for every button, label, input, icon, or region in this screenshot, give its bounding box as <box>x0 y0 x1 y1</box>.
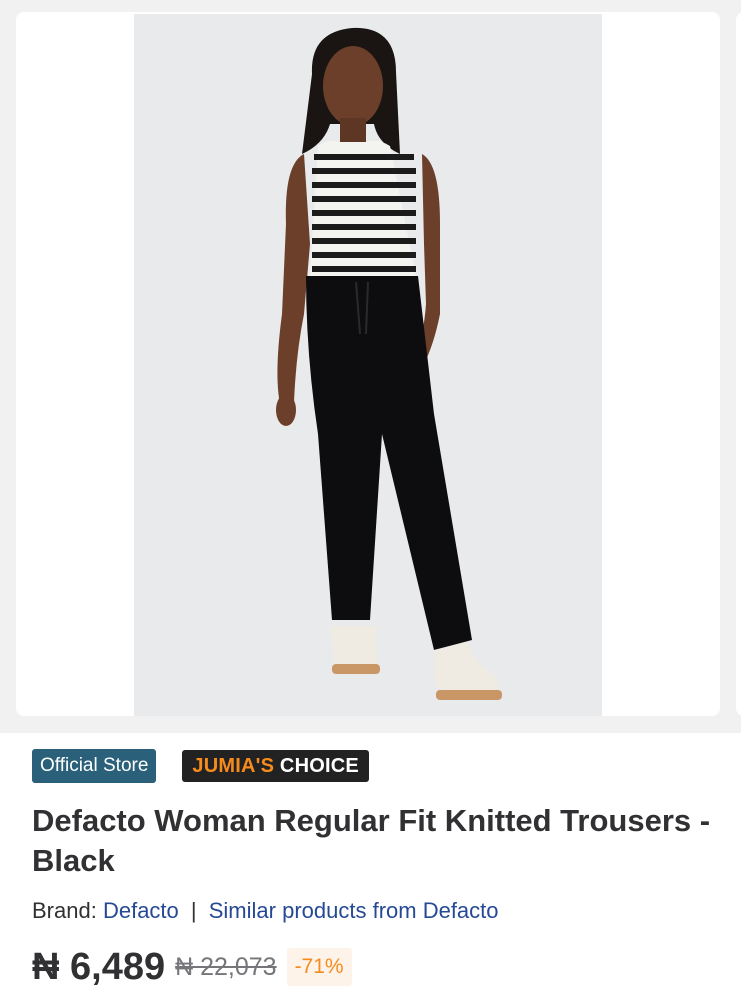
choice-badge-brand: JUMIA'S <box>192 755 275 777</box>
product-info: Official Store JUMIA'S CHOICE Defacto Wo… <box>0 733 741 1003</box>
discount-badge: -71% <box>286 948 352 986</box>
price-row: ₦ 6,489 ₦ 22,073 -71% <box>32 945 352 989</box>
brand-separator: | <box>190 898 197 923</box>
current-price: ₦ 6,489 <box>32 945 166 988</box>
product-image-slide[interactable] <box>16 12 720 716</box>
next-image-slide-peek[interactable] <box>736 12 741 716</box>
jumias-choice-badge: JUMIA'S CHOICE <box>182 750 369 782</box>
choice-badge-word: CHOICE <box>279 755 359 777</box>
official-store-badge[interactable]: Official Store <box>32 749 157 783</box>
brand-label: Brand: <box>32 898 97 923</box>
similar-products-link[interactable]: Similar products from Defacto <box>209 898 499 923</box>
product-photo[interactable] <box>134 14 602 716</box>
product-image-gallery[interactable] <box>0 0 741 733</box>
brand-link[interactable]: Defacto <box>103 898 179 923</box>
brand-row: Brand: Defacto | Similar products from D… <box>32 898 499 924</box>
badge-row: Official Store JUMIA'S CHOICE <box>32 749 369 783</box>
old-price: ₦ 22,073 <box>175 952 277 981</box>
product-title: Defacto Woman Regular Fit Knitted Trouse… <box>32 803 711 878</box>
